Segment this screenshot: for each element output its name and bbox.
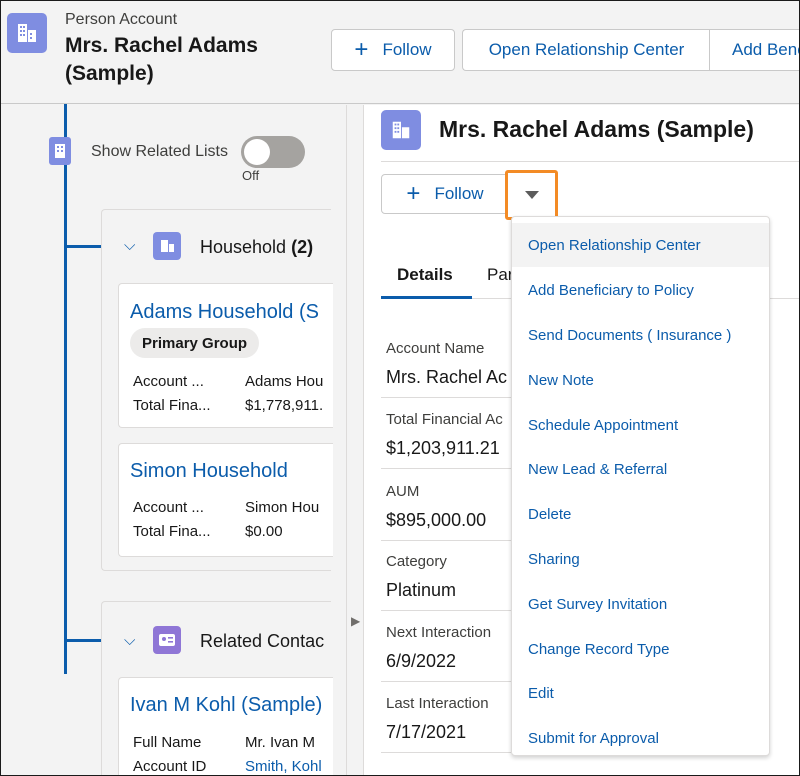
divider: [381, 397, 511, 398]
primary-group-badge: Primary Group: [130, 328, 260, 358]
field-value: $1,203,911.21: [386, 438, 500, 458]
menu-item-change-record-type[interactable]: Change Record Type: [512, 627, 769, 671]
menu-item-new-lead-referral[interactable]: New Lead & Referral: [512, 447, 769, 491]
building-icon: [49, 137, 71, 165]
show-related-lists-toggle[interactable]: [241, 136, 305, 168]
actions-dropdown-button[interactable]: [505, 170, 558, 220]
field-value: 7/17/2021: [386, 722, 467, 742]
plus-icon: +: [354, 36, 369, 63]
field-label: AUM: [386, 483, 420, 500]
field-value: $895,000.00: [386, 510, 487, 530]
menu-item-get-survey-invitation[interactable]: Get Survey Invitation: [512, 582, 769, 626]
menu-item-edit[interactable]: Edit: [512, 671, 769, 715]
field-label: Account ...: [133, 499, 204, 516]
menu-item-add-beneficiary[interactable]: Add Beneficiary to Policy: [512, 268, 769, 312]
toggle-state-label: Off: [242, 168, 260, 183]
account-id-link[interactable]: Smith, Kohl: [245, 758, 322, 775]
field-label: Total Fina...: [133, 523, 211, 540]
follow-button[interactable]: + Follow: [381, 174, 509, 214]
household-record-card: Adams Household (S Primary Group Account…: [118, 283, 333, 428]
chevron-down-icon[interactable]: ⌵: [124, 632, 135, 649]
menu-item-delete[interactable]: Delete: [512, 492, 769, 536]
household-record-link[interactable]: Adams Household (S: [130, 301, 319, 324]
field-value: Simon Hou: [245, 499, 320, 516]
household-section-title: Household (2): [200, 237, 313, 258]
field-label: Last Interaction: [386, 695, 489, 712]
menu-item-submit-for-approval[interactable]: Submit for Approval: [512, 716, 769, 760]
record-header: Person Account Mrs. Rachel Adams (Sample…: [1, 1, 800, 104]
field-value: Platinum: [386, 580, 457, 600]
divider: [381, 752, 511, 753]
menu-item-open-relationship-center[interactable]: Open Relationship Center: [512, 223, 769, 267]
panel-divider: [346, 105, 347, 775]
object-type-label: Person Account: [65, 11, 178, 28]
field-label: Total Financial Ac: [386, 411, 503, 428]
divider: [381, 540, 511, 541]
contact-record-card: Ivan M Kohl (Sample) Full Name Mr. Ivan …: [118, 677, 333, 775]
household-record-link[interactable]: Simon Household: [130, 460, 288, 483]
field-label: Full Name: [133, 734, 202, 751]
field-value: Mr. Ivan M: [245, 734, 316, 751]
tree-connector: [64, 104, 67, 674]
building-icon: [153, 232, 181, 260]
plus-icon: +: [406, 180, 421, 207]
field-value: 6/9/2022: [386, 651, 457, 671]
record-title: Mrs. Rachel Adams (Sample): [439, 116, 754, 142]
household-title: Household: [200, 237, 287, 257]
building-icon: [381, 110, 421, 150]
follow-button[interactable]: + Follow: [331, 29, 455, 71]
household-count: (2): [291, 237, 314, 257]
triangle-down-icon: [524, 191, 539, 199]
household-record-card: Simon Household Account ... Simon Hou To…: [118, 443, 333, 557]
divider: [381, 161, 799, 162]
divider: [381, 610, 511, 611]
active-tab-indicator: [381, 296, 472, 299]
divider: [381, 681, 511, 682]
menu-item-sharing[interactable]: Sharing: [512, 537, 769, 581]
field-value: $0.00: [245, 523, 283, 540]
field-label: Category: [386, 553, 447, 570]
follow-label: Follow: [434, 184, 484, 203]
related-contacts-title: Related Contac: [200, 631, 325, 651]
field-label: Account ...: [133, 373, 204, 390]
expand-panel-icon[interactable]: ▶: [351, 614, 360, 628]
app-frame: Person Account Mrs. Rachel Adams (Sample…: [0, 0, 800, 776]
building-icon: [7, 13, 47, 53]
divider: [381, 468, 511, 469]
menu-item-send-documents[interactable]: Send Documents ( Insurance ): [512, 313, 769, 357]
chevron-down-icon[interactable]: ⌵: [124, 237, 135, 254]
tree-connector: [64, 639, 101, 642]
add-beneficiary-label: Add Bene: [732, 40, 800, 59]
contact-record-link[interactable]: Ivan M Kohl (Sample): [130, 694, 322, 717]
open-relationship-center-label: Open Relationship Center: [488, 40, 685, 59]
field-label: Account ID: [133, 758, 207, 775]
field-label: Account Name: [386, 340, 485, 357]
page-title: Mrs. Rachel Adams (Sample): [65, 34, 258, 85]
tab-partial[interactable]: Par: [487, 265, 513, 285]
contact-card-icon: [153, 626, 181, 654]
tree-connector: [64, 245, 101, 248]
menu-item-schedule-appointment[interactable]: Schedule Appointment: [512, 403, 769, 447]
field-value: Mrs. Rachel Ac: [386, 367, 508, 387]
toggle-knob: [244, 139, 270, 165]
add-beneficiary-button[interactable]: Add Bene: [709, 29, 800, 71]
open-relationship-center-button[interactable]: Open Relationship Center: [462, 29, 710, 71]
field-value: Adams Hou: [245, 373, 324, 390]
actions-dropdown-menu: Open Relationship Center Add Beneficiary…: [511, 216, 770, 756]
follow-label: Follow: [382, 40, 432, 59]
field-label: Next Interaction: [386, 624, 492, 641]
field-value: $1,778,911.: [245, 397, 324, 414]
show-related-lists-label: Show Related Lists: [91, 143, 228, 160]
tab-details[interactable]: Details: [397, 265, 453, 285]
field-label: Total Fina...: [133, 397, 211, 414]
menu-item-new-note[interactable]: New Note: [512, 358, 769, 402]
